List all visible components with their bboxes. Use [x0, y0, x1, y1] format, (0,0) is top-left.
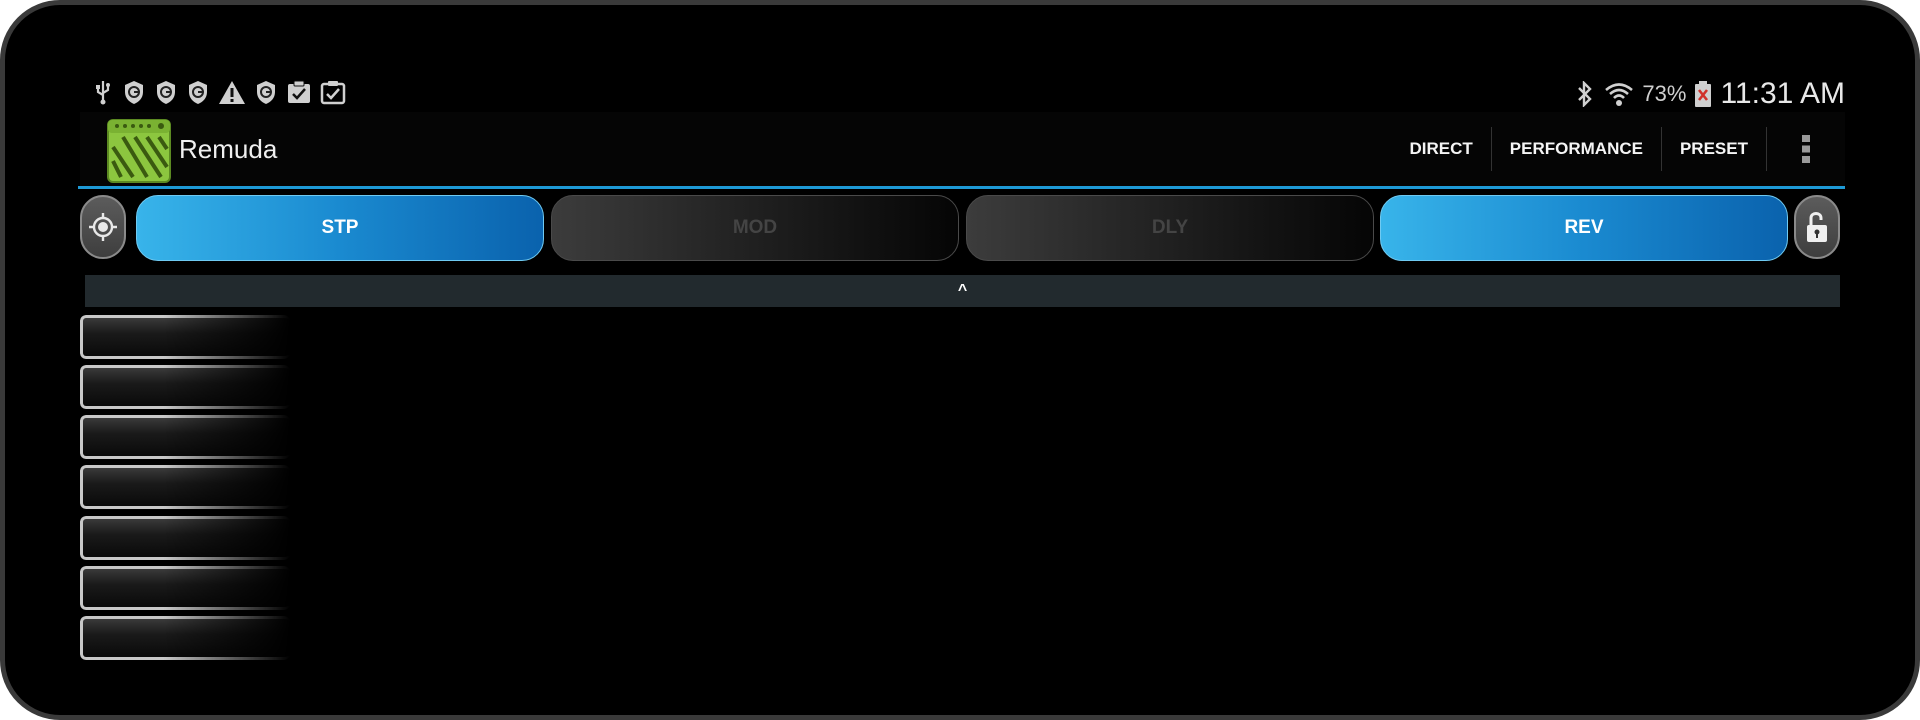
- clipboard-check-icon: [320, 81, 346, 105]
- preset-slot[interactable]: [80, 465, 290, 509]
- device-screen: 73% 11:31 AM Remuda DIRECT PERFORMANCE P…: [78, 75, 1845, 660]
- clipboard-check-icon: [288, 80, 310, 103]
- preset-slot[interactable]: [80, 315, 290, 359]
- shield-g-icon: [257, 81, 275, 104]
- fx-mod-button[interactable]: MOD: [551, 195, 959, 261]
- app-logo-icon[interactable]: [107, 119, 171, 183]
- collapse-toggle[interactable]: ^: [85, 275, 1840, 307]
- system-indicators: 73% 11:31 AM: [1574, 75, 1845, 112]
- app-title: Remuda: [179, 134, 278, 164]
- performance-button[interactable]: PERFORMANCE: [1492, 127, 1662, 171]
- status-bar: 73% 11:31 AM: [80, 75, 1845, 112]
- preset-slot[interactable]: [80, 415, 290, 459]
- unlock-icon: [1807, 212, 1827, 242]
- preset-slot[interactable]: [80, 616, 290, 660]
- preset-slot[interactable]: [80, 566, 290, 610]
- preset-button[interactable]: PRESET: [1662, 127, 1767, 171]
- fx-rev-button[interactable]: REV: [1380, 195, 1788, 261]
- overflow-menu-icon: [1802, 135, 1810, 163]
- battery-icon: [1695, 80, 1712, 107]
- clock: 11:31 AM: [1720, 76, 1845, 110]
- wifi-icon: [1605, 82, 1634, 106]
- shield-g-icon: [125, 81, 143, 104]
- shield-g-icon: [189, 81, 207, 104]
- effects-row: STP MOD DLY REV: [80, 195, 1845, 263]
- usb-icon: [96, 81, 110, 105]
- shield-g-icon: [157, 81, 175, 104]
- tuner-button[interactable]: [80, 195, 126, 259]
- battery-percentage: 73%: [1642, 80, 1687, 106]
- fx-stp-button[interactable]: STP: [136, 195, 544, 261]
- notification-icons: [92, 79, 346, 105]
- action-bar: Remuda DIRECT PERFORMANCE PRESET: [78, 112, 1845, 189]
- action-items: DIRECT PERFORMANCE PRESET: [1392, 112, 1845, 186]
- direct-button[interactable]: DIRECT: [1392, 127, 1492, 171]
- fx-dly-button[interactable]: DLY: [966, 195, 1374, 261]
- warning-icon: [219, 81, 245, 104]
- lock-button[interactable]: [1794, 195, 1840, 259]
- bluetooth-icon: [1578, 80, 1593, 107]
- preset-slot[interactable]: [80, 365, 290, 409]
- preset-slot[interactable]: [80, 516, 290, 560]
- target-icon: [89, 213, 117, 241]
- overflow-menu-button[interactable]: [1767, 112, 1845, 186]
